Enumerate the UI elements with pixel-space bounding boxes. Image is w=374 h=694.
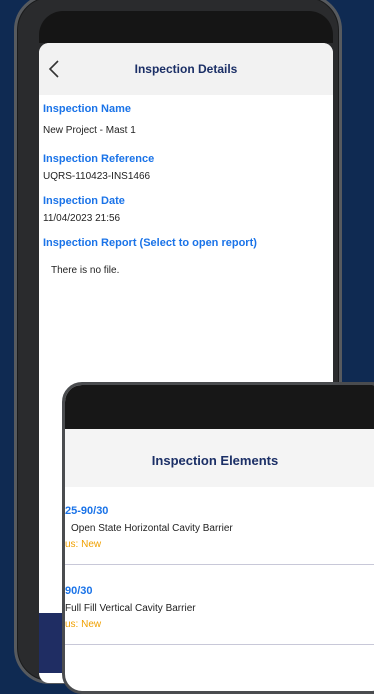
chevron-left-icon — [48, 60, 59, 78]
element-name: Open State Horizontal Cavity Barrier — [71, 523, 233, 534]
divider — [65, 564, 374, 565]
phone-notch-area — [65, 385, 374, 429]
element-name: Full Fill Vertical Cavity Barrier — [65, 603, 196, 614]
element-status: us: New — [65, 539, 102, 550]
element-code: 90/30 — [65, 585, 93, 597]
phone-notch-area — [39, 11, 333, 43]
inspection-name-value: New Project - Mast 1 — [43, 125, 136, 136]
app-header: Inspection Details — [39, 43, 333, 95]
back-button[interactable] — [43, 55, 65, 83]
no-file-message: There is no file. — [51, 265, 120, 276]
inspection-name-label: Inspection Name — [43, 103, 132, 115]
phone-frame-elements: Inspection Elements 25-90/30 Open State … — [62, 382, 374, 694]
page-title: Inspection Details — [134, 62, 238, 76]
inspection-reference-value: UQRS-110423-INS1466 — [43, 171, 151, 182]
element-code: 25-90/30 — [65, 505, 109, 517]
inspection-date-value: 11/04/2023 21:56 — [43, 213, 121, 224]
inspection-date-label: Inspection Date — [43, 195, 125, 207]
element-status: us: New — [65, 619, 102, 630]
divider — [65, 644, 374, 645]
inspection-report-link[interactable]: Inspection Report (Select to open report… — [43, 237, 257, 249]
inspection-reference-label: Inspection Reference — [43, 153, 155, 165]
page-title: Inspection Elements — [151, 453, 279, 468]
